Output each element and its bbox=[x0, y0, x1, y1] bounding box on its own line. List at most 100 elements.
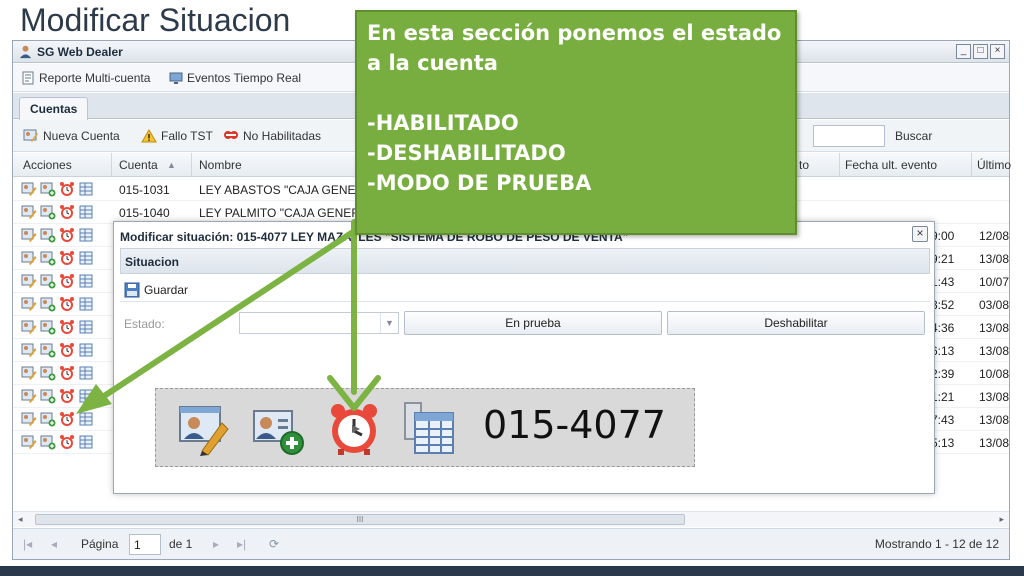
date-cell: 10/08 bbox=[979, 367, 1010, 381]
alarm-clock-icon[interactable] bbox=[59, 365, 75, 381]
date-cell: 13/08 bbox=[979, 321, 1010, 335]
col-fecha-ult-evento[interactable]: Fecha ult. evento bbox=[845, 158, 937, 172]
spreadsheet-icon[interactable] bbox=[78, 365, 94, 381]
new-account-icon bbox=[23, 129, 38, 142]
callout-option-habilitado: -HABILITADO bbox=[367, 111, 519, 135]
alarm-clock-icon[interactable] bbox=[59, 273, 75, 289]
toolbar-item-label: Fallo TST bbox=[161, 129, 213, 143]
alarm-clock-icon[interactable] bbox=[59, 227, 75, 243]
spreadsheet-icon[interactable] bbox=[78, 250, 94, 266]
close-button[interactable]: × bbox=[990, 44, 1005, 59]
cuenta-cell: 015-1031 bbox=[119, 183, 170, 197]
add-contact-icon[interactable] bbox=[40, 204, 56, 220]
prev-page-icon[interactable]: ◂ bbox=[51, 537, 57, 551]
alarm-clock-icon[interactable] bbox=[59, 181, 75, 197]
spreadsheet-icon[interactable] bbox=[78, 434, 94, 450]
add-contact-icon[interactable] bbox=[40, 342, 56, 358]
menu-item-label: Reporte Multi-cuenta bbox=[39, 71, 151, 85]
spreadsheet-icon[interactable] bbox=[78, 181, 94, 197]
col-nombre[interactable]: Nombre bbox=[199, 158, 242, 172]
guardar-button[interactable]: Guardar bbox=[124, 282, 188, 298]
section-title: Situacion bbox=[125, 255, 180, 269]
add-contact-icon[interactable] bbox=[40, 227, 56, 243]
alarm-clock-icon[interactable] bbox=[59, 434, 75, 450]
menu-item-reporte-multi-cuenta[interactable]: Reporte Multi-cuenta bbox=[21, 71, 150, 85]
spreadsheet-icon[interactable] bbox=[78, 388, 94, 404]
col-ultimo[interactable]: Último bbox=[977, 158, 1011, 172]
edit-account-icon[interactable] bbox=[21, 204, 37, 220]
nombre-cell: LEY ABASTOS "CAJA GENERA bbox=[199, 183, 373, 197]
edit-account-icon[interactable] bbox=[21, 250, 37, 266]
alarm-clock-icon[interactable] bbox=[59, 411, 75, 427]
alarm-clock-icon[interactable] bbox=[59, 296, 75, 312]
add-contact-icon[interactable] bbox=[40, 319, 56, 335]
spreadsheet-icon[interactable] bbox=[78, 273, 94, 289]
chevron-down-icon[interactable]: ▼ bbox=[380, 313, 398, 333]
maximize-button[interactable]: □ bbox=[973, 44, 988, 59]
edit-account-icon[interactable] bbox=[21, 342, 37, 358]
menu-item-eventos-tiempo-real[interactable]: Eventos Tiempo Real bbox=[169, 71, 301, 85]
search-input[interactable] bbox=[813, 125, 885, 147]
edit-account-icon[interactable] bbox=[21, 365, 37, 381]
spreadsheet-icon[interactable] bbox=[78, 411, 94, 427]
alarm-clock-icon[interactable] bbox=[59, 204, 75, 220]
date-cell: 13/08 bbox=[979, 252, 1010, 266]
edit-account-icon[interactable] bbox=[21, 273, 37, 289]
edit-account-icon[interactable] bbox=[21, 411, 37, 427]
scroll-right-icon[interactable]: ▸ bbox=[999, 514, 1004, 525]
add-contact-icon[interactable] bbox=[40, 365, 56, 381]
spreadsheet-icon[interactable] bbox=[78, 227, 94, 243]
sort-asc-icon: ▲ bbox=[167, 160, 176, 170]
deshabilitar-button[interactable]: Deshabilitar bbox=[667, 311, 925, 335]
edit-account-icon[interactable] bbox=[21, 227, 37, 243]
first-page-icon[interactable]: |◂ bbox=[23, 537, 32, 551]
col-cuenta[interactable]: Cuenta bbox=[119, 158, 158, 172]
menu-item-label: Eventos Tiempo Real bbox=[187, 71, 302, 85]
dialog-close-button[interactable]: × bbox=[912, 226, 928, 242]
callout-intro: En esta sección ponemos el estado a la c… bbox=[367, 21, 782, 75]
scroll-left-icon[interactable]: ◂ bbox=[18, 514, 23, 525]
alarm-clock-icon[interactable] bbox=[59, 319, 75, 335]
spreadsheet-icon[interactable] bbox=[78, 204, 94, 220]
edit-account-icon[interactable] bbox=[21, 319, 37, 335]
alarm-clock-icon[interactable] bbox=[59, 250, 75, 266]
report-icon bbox=[22, 71, 34, 85]
add-contact-icon[interactable] bbox=[40, 411, 56, 427]
col-acciones[interactable]: Acciones bbox=[23, 158, 72, 172]
user-icon bbox=[19, 45, 32, 59]
next-page-icon[interactable]: ▸ bbox=[213, 537, 219, 551]
add-contact-icon bbox=[253, 410, 304, 455]
minimize-button[interactable]: _ bbox=[956, 44, 971, 59]
edit-account-icon[interactable] bbox=[21, 434, 37, 450]
col-evento[interactable]: to bbox=[799, 158, 809, 172]
date-cell: 13/08 bbox=[979, 344, 1010, 358]
refresh-icon[interactable]: ⟳ bbox=[269, 537, 279, 551]
add-contact-icon[interactable] bbox=[40, 434, 56, 450]
nueva-cuenta-button[interactable]: Nueva Cuenta bbox=[23, 129, 120, 143]
situacion-section-header: Situacion bbox=[120, 248, 930, 274]
spreadsheet-icon[interactable] bbox=[78, 319, 94, 335]
alarm-clock-icon[interactable] bbox=[59, 342, 75, 358]
tab-cuentas[interactable]: Cuentas bbox=[19, 97, 89, 120]
estado-select[interactable]: ▼ bbox=[239, 312, 399, 334]
add-contact-icon[interactable] bbox=[40, 250, 56, 266]
page-input[interactable]: 1 bbox=[129, 534, 161, 555]
search-button[interactable]: Buscar bbox=[895, 129, 932, 143]
no-habilitadas-button[interactable]: No Habilitadas bbox=[223, 129, 321, 143]
spreadsheet-icon[interactable] bbox=[78, 342, 94, 358]
last-page-icon[interactable]: ▸| bbox=[237, 537, 246, 551]
fallo-tst-button[interactable]: Fallo TST bbox=[141, 129, 213, 143]
add-contact-icon[interactable] bbox=[40, 273, 56, 289]
scroll-thumb[interactable]: III bbox=[35, 514, 685, 525]
horizontal-scrollbar[interactable]: ◂ III ▸ bbox=[13, 511, 1009, 527]
spreadsheet-icon[interactable] bbox=[78, 296, 94, 312]
alarm-clock-icon[interactable] bbox=[59, 388, 75, 404]
edit-account-icon[interactable] bbox=[21, 296, 37, 312]
add-contact-icon[interactable] bbox=[40, 181, 56, 197]
edit-account-icon[interactable] bbox=[21, 388, 37, 404]
add-contact-icon[interactable] bbox=[40, 388, 56, 404]
en-prueba-button[interactable]: En prueba bbox=[404, 311, 662, 335]
add-contact-icon[interactable] bbox=[40, 296, 56, 312]
explanation-callout: En esta sección ponemos el estado a la c… bbox=[355, 10, 797, 235]
edit-account-icon[interactable] bbox=[21, 181, 37, 197]
